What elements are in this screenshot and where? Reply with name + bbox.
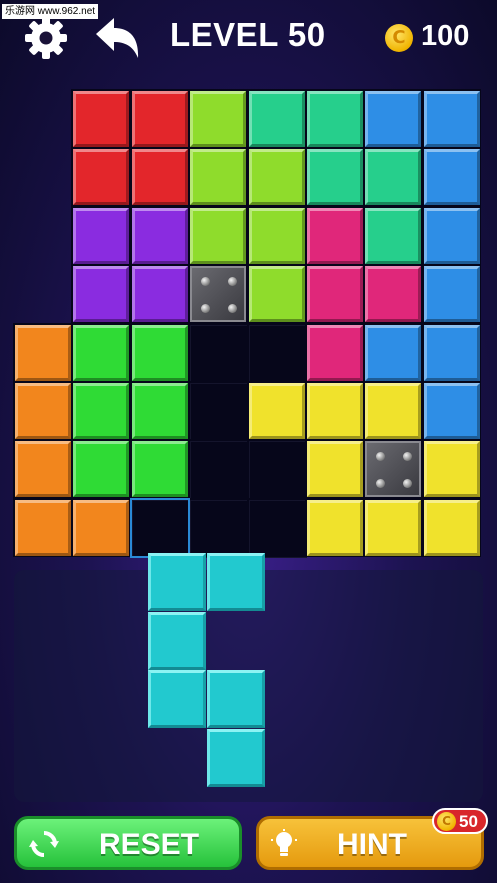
piece-block[interactable] [148, 670, 206, 728]
board-notch [129, 497, 191, 559]
color-block [73, 207, 130, 264]
color-block [365, 207, 422, 264]
color-block [73, 149, 130, 206]
color-block [73, 324, 130, 381]
color-block [365, 91, 422, 147]
color-block [423, 207, 480, 264]
coin-count: 100 [421, 20, 470, 52]
color-block [73, 266, 130, 323]
color-block [307, 383, 363, 439]
level-title: LEVEL 50 [170, 16, 326, 53]
color-block [131, 266, 188, 323]
color-block [15, 324, 71, 381]
color-block [365, 499, 422, 556]
piece-block[interactable] [148, 611, 206, 670]
color-block [190, 149, 247, 206]
color-block [131, 441, 188, 498]
color-block [423, 383, 480, 439]
rivet-icon [201, 277, 211, 287]
rivet-icon [201, 304, 211, 314]
light-bulb-icon [271, 829, 297, 856]
color-block [307, 149, 363, 206]
rivet-icon [376, 479, 386, 489]
color-block [15, 383, 71, 439]
rivet-icon [376, 452, 386, 462]
color-block [248, 149, 305, 206]
empty-slot[interactable] [190, 324, 249, 383]
color-block [365, 266, 422, 323]
piece-block[interactable] [206, 553, 265, 611]
color-block [190, 207, 247, 264]
color-block [73, 91, 130, 147]
empty-slot[interactable] [190, 441, 249, 500]
back-arrow-icon[interactable] [92, 16, 140, 60]
color-block [248, 266, 305, 323]
color-block [423, 499, 480, 556]
color-block [423, 441, 480, 498]
color-block [73, 383, 130, 439]
empty-slot[interactable] [190, 499, 249, 558]
piece-block[interactable] [148, 553, 206, 611]
rivet-icon [403, 479, 413, 489]
color-block [307, 266, 363, 323]
color-block [248, 383, 305, 439]
color-block [131, 383, 188, 439]
hint-cost-badge: C 50 [432, 808, 488, 834]
color-block [15, 499, 71, 556]
empty-slot[interactable] [248, 441, 307, 500]
color-block [131, 324, 188, 381]
color-block [73, 499, 130, 556]
piece-block[interactable] [206, 670, 265, 728]
rivet-icon [403, 452, 413, 462]
hint-label: HINT [337, 828, 407, 861]
color-block [423, 149, 480, 206]
color-block [15, 441, 71, 498]
rivet-icon [228, 277, 238, 287]
refresh-icon [29, 831, 59, 857]
rivet-icon [228, 304, 238, 314]
top-bar: 乐游网 www.962.net LEVEL 50 C 100 [0, 0, 497, 76]
empty-slot[interactable] [190, 383, 249, 441]
piece-block[interactable] [206, 728, 265, 787]
color-block [307, 499, 363, 556]
color-block [190, 91, 247, 147]
reset-label: RESET [99, 828, 200, 861]
color-block [307, 91, 363, 147]
color-block [73, 441, 130, 498]
color-block [423, 324, 480, 381]
color-block [365, 324, 422, 381]
color-block [307, 441, 363, 498]
empty-slot[interactable] [248, 324, 307, 383]
empty-slot[interactable] [248, 499, 307, 558]
metal-block [365, 441, 422, 498]
color-block [248, 207, 305, 264]
color-block [423, 91, 480, 147]
color-block [131, 91, 188, 147]
color-block [131, 149, 188, 206]
color-block [365, 149, 422, 206]
hint-cost: 50 [459, 812, 478, 831]
color-block [131, 207, 188, 264]
coin-icon: C [437, 812, 456, 831]
metal-block [190, 266, 247, 323]
coin-icon: C [385, 24, 413, 52]
reset-button[interactable]: RESET [14, 816, 242, 870]
color-block [248, 91, 305, 147]
color-block [307, 207, 363, 264]
color-block [307, 324, 363, 381]
gear-icon[interactable] [24, 16, 68, 60]
color-block [423, 266, 480, 323]
color-block [365, 383, 422, 439]
